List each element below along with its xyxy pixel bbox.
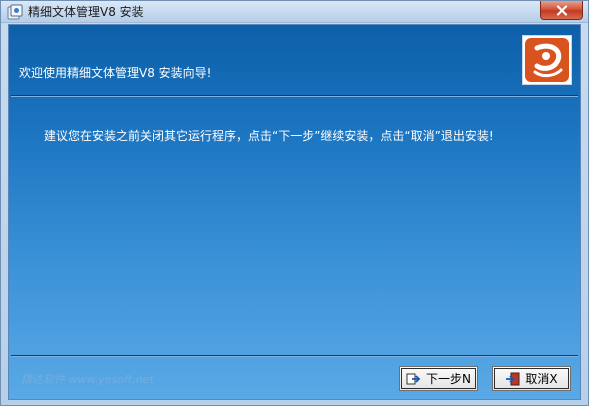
installer-icon xyxy=(7,4,23,20)
wizard-panel: 欢迎使用精细文体管理V8 安装向导! 建议您在安装之前关闭其它运行程序，点击“下… xyxy=(8,24,581,400)
exit-door-icon xyxy=(505,372,521,386)
header-divider xyxy=(11,95,578,97)
wizard-instructions: 建议您在安装之前关闭其它运行程序，点击“下一步”继续安装，点击“取消”退出安装! xyxy=(44,129,494,143)
window-title: 精细文体管理V8 安装 xyxy=(28,5,144,19)
footer-branding: 精达软件 www.yesoft.net xyxy=(21,373,154,386)
cancel-button-label: 取消X xyxy=(525,372,558,386)
footer-divider xyxy=(11,355,578,357)
brand-logo-icon xyxy=(522,35,572,85)
title-bar[interactable]: 精细文体管理V8 安装 xyxy=(1,1,588,23)
installer-window: 精细文体管理V8 安装 欢迎使用精细文体管理V8 安装向导! 建议您在安装之前关… xyxy=(0,0,589,406)
next-arrow-icon xyxy=(406,372,422,386)
wizard-heading: 欢迎使用精细文体管理V8 安装向导! xyxy=(19,66,212,80)
close-button[interactable] xyxy=(540,1,583,20)
cancel-button[interactable]: 取消X xyxy=(492,366,571,391)
next-button-label: 下一步N xyxy=(426,372,471,386)
next-button[interactable]: 下一步N xyxy=(399,366,478,391)
close-icon xyxy=(556,1,568,20)
